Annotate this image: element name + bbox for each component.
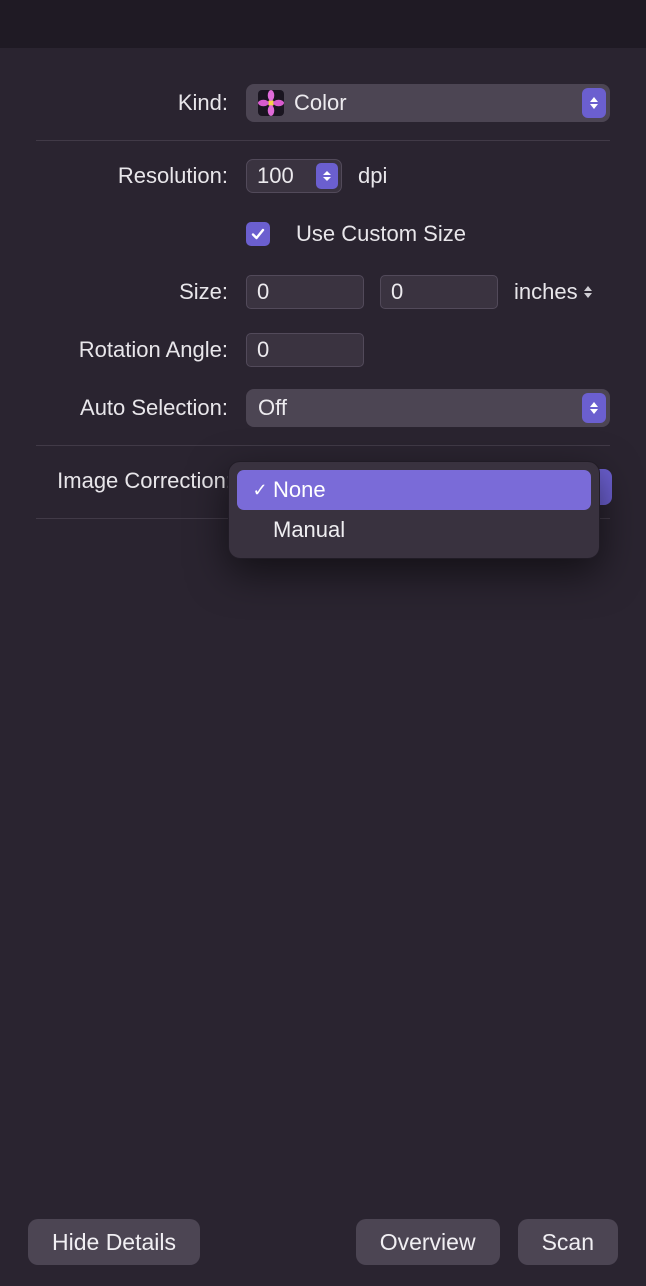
menu-item-label: None	[273, 477, 326, 503]
size-width-input[interactable]: 0	[246, 275, 364, 309]
use-custom-size-label: Use Custom Size	[296, 221, 466, 247]
use-custom-size-checkbox[interactable]	[246, 222, 270, 246]
window-titlebar	[0, 0, 646, 48]
kind-select[interactable]: Color	[246, 84, 610, 122]
image-correction-select[interactable]	[598, 469, 612, 505]
resolution-input[interactable]: 100	[246, 159, 342, 193]
divider	[36, 140, 610, 141]
resolution-unit: dpi	[358, 163, 387, 189]
image-correction-menu: ✓ None Manual	[228, 461, 600, 559]
divider	[36, 445, 610, 446]
overview-button[interactable]: Overview	[356, 1219, 500, 1265]
checkmark-icon: ✓	[247, 480, 273, 501]
resolution-value: 100	[257, 163, 294, 189]
menu-item-manual[interactable]: Manual	[237, 510, 591, 550]
settings-panel: Kind: Color Resolution:	[0, 48, 646, 1198]
auto-selection-select[interactable]: Off	[246, 389, 610, 427]
rotation-input[interactable]: 0	[246, 333, 364, 367]
menu-item-none[interactable]: ✓ None	[237, 470, 591, 510]
kind-value: Color	[294, 90, 347, 116]
image-correction-label: Image Correction:	[36, 468, 250, 494]
auto-selection-label: Auto Selection:	[36, 395, 246, 421]
scan-button[interactable]: Scan	[518, 1219, 618, 1265]
size-height-input[interactable]: 0	[380, 275, 498, 309]
updown-icon	[582, 88, 606, 118]
size-unit-stepper[interactable]: inches	[514, 279, 592, 305]
hide-details-button[interactable]: Hide Details	[28, 1219, 200, 1265]
button-label: Hide Details	[52, 1229, 176, 1256]
updown-icon	[316, 163, 338, 189]
auto-selection-value: Off	[258, 395, 287, 421]
menu-item-label: Manual	[273, 517, 345, 543]
rotation-value: 0	[257, 337, 269, 363]
button-label: Scan	[542, 1229, 594, 1256]
size-height-value: 0	[391, 279, 403, 305]
flower-icon	[258, 90, 284, 116]
size-label: Size:	[36, 279, 246, 305]
kind-label: Kind:	[36, 90, 246, 116]
button-label: Overview	[380, 1229, 476, 1256]
updown-icon	[584, 286, 592, 298]
footer-toolbar: Hide Details Overview Scan	[0, 1198, 646, 1286]
size-unit-label: inches	[514, 279, 578, 305]
updown-icon	[582, 393, 606, 423]
size-width-value: 0	[257, 279, 269, 305]
resolution-label: Resolution:	[36, 163, 246, 189]
rotation-label: Rotation Angle:	[36, 337, 246, 363]
